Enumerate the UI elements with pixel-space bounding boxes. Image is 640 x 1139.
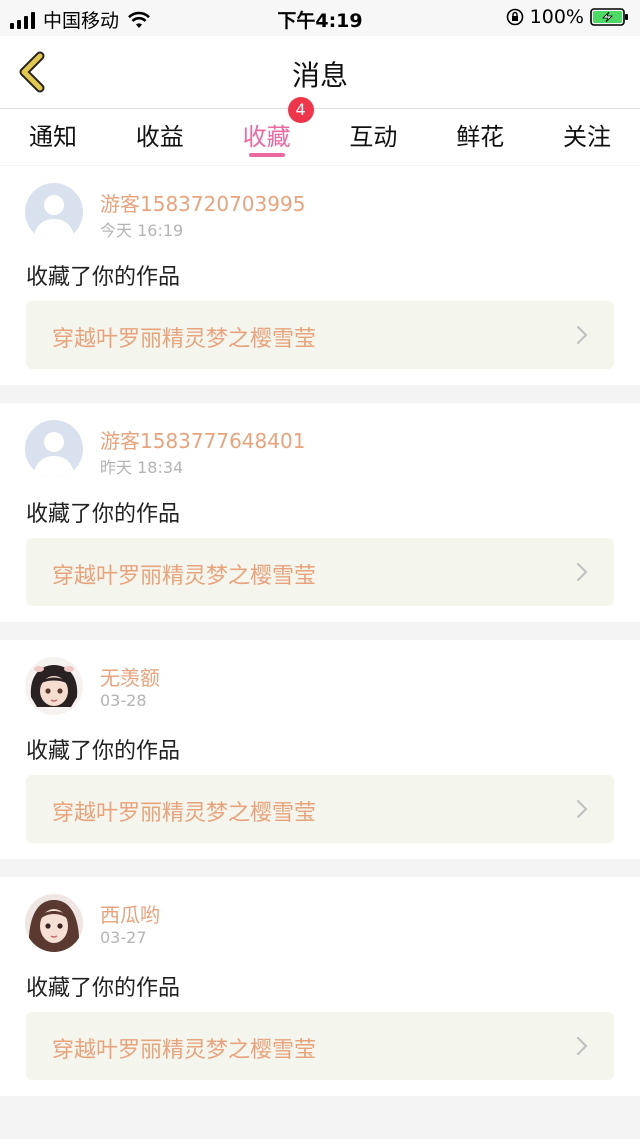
tab-flowers[interactable]: 鲜花 [445, 109, 515, 165]
tab-notifications[interactable]: 通知 [18, 109, 88, 165]
message-list: 游客1583720703995 今天 16:19 收藏了你的作品 穿越叶罗丽精灵… [0, 166, 640, 1114]
username[interactable]: 游客1583777648401 [100, 425, 305, 454]
timestamp: 今天 16:19 [100, 221, 184, 240]
default-avatar[interactable] [25, 183, 83, 241]
chevron-right-icon [576, 799, 588, 819]
tab-label: 关注 [562, 123, 611, 151]
chevron-right-icon [576, 562, 588, 582]
girl-portrait-avatar[interactable] [25, 894, 83, 952]
nav-header: 消息 [0, 36, 640, 109]
username[interactable]: 游客1583720703995 [100, 188, 305, 217]
status-bar: 中国移动 下午4:19 100% [0, 0, 640, 36]
tab-interactions[interactable]: 互动 [338, 109, 408, 165]
action-text: 收藏了你的作品 [26, 739, 181, 764]
anime-girl-avatar[interactable] [25, 657, 83, 715]
action-text: 收藏了你的作品 [26, 265, 181, 290]
tab-label: 收益 [135, 123, 184, 151]
tab-label: 互动 [349, 123, 398, 151]
tab-label: 鲜花 [456, 123, 505, 151]
list-item: 游客1583777648401 昨天 18:34 收藏了你的作品 穿越叶罗丽精灵… [0, 403, 640, 622]
work-link[interactable]: 穿越叶罗丽精灵梦之樱雪莹 [26, 1012, 614, 1080]
list-item: 无羡额 03-28 收藏了你的作品 穿越叶罗丽精灵梦之樱雪莹 [0, 640, 640, 859]
chevron-right-icon [576, 325, 588, 345]
tab-earnings[interactable]: 收益 [125, 109, 195, 165]
timestamp: 昨天 18:34 [100, 458, 184, 477]
tab-favorites[interactable]: 收藏 4 [232, 97, 314, 165]
tab-bar: 通知 收益 收藏 4 互动 鲜花 关注 [0, 97, 640, 165]
work-link[interactable]: 穿越叶罗丽精灵梦之樱雪莹 [26, 775, 614, 843]
unread-badge: 4 [287, 97, 314, 123]
timestamp: 03-27 [100, 928, 147, 947]
page-title: 消息 [291, 59, 348, 92]
battery-percent: 100% [529, 6, 584, 28]
work-title: 穿越叶罗丽精灵梦之樱雪莹 [52, 1038, 317, 1063]
work-link[interactable]: 穿越叶罗丽精灵梦之樱雪莹 [26, 301, 614, 369]
action-text: 收藏了你的作品 [26, 976, 181, 1001]
action-text: 收藏了你的作品 [26, 502, 181, 527]
tab-label: 收藏 [242, 123, 291, 151]
list-item: 游客1583720703995 今天 16:19 收藏了你的作品 穿越叶罗丽精灵… [0, 166, 640, 385]
orientation-lock-icon [506, 8, 523, 26]
timestamp: 03-28 [100, 691, 147, 710]
tab-label: 通知 [29, 123, 77, 151]
work-title: 穿越叶罗丽精灵梦之樱雪莹 [52, 801, 317, 826]
tab-follows[interactable]: 关注 [552, 109, 622, 165]
default-avatar[interactable] [25, 420, 83, 478]
work-title: 穿越叶罗丽精灵梦之樱雪莹 [52, 564, 317, 589]
chevron-right-icon [576, 1036, 588, 1056]
work-link[interactable]: 穿越叶罗丽精灵梦之樱雪莹 [26, 538, 614, 606]
list-item: 西瓜哟 03-27 收藏了你的作品 穿越叶罗丽精灵梦之樱雪莹 [0, 877, 640, 1096]
battery-charging-icon [590, 8, 628, 26]
active-tab-indicator [248, 153, 285, 157]
username[interactable]: 无羡额 [100, 662, 160, 691]
work-title: 穿越叶罗丽精灵梦之樱雪莹 [52, 327, 317, 352]
username[interactable]: 西瓜哟 [100, 899, 160, 928]
